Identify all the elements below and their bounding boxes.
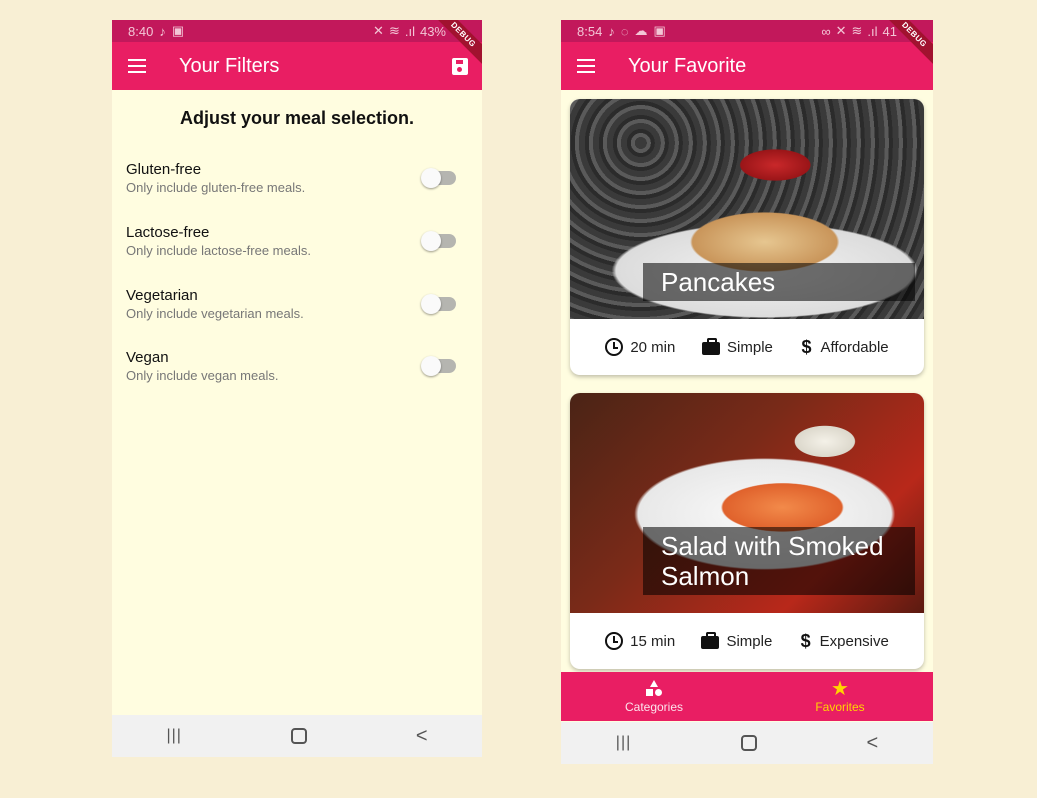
menu-icon[interactable]: [577, 59, 595, 73]
filters-screen: 8:40 ♪ ▣ ✕ ≋ .ıl 43% Your Filters DEBUG …: [112, 20, 482, 757]
filter-subtitle: Only include gluten-free meals.: [126, 180, 306, 195]
briefcase-icon: [702, 338, 721, 355]
message-icon: ◌: [620, 23, 629, 39]
filter-subtitle: Only include vegetarian meals.: [126, 306, 304, 321]
back-button[interactable]: <: [866, 732, 878, 755]
lactose-free-switch[interactable]: [421, 231, 456, 251]
dollar-icon: $: [800, 630, 811, 651]
affordability-label: Affordable: [820, 338, 889, 356]
meal-image: Pancakes: [570, 99, 924, 319]
switch-knob: [421, 231, 441, 251]
switch-knob: [421, 168, 441, 188]
mute-icon: ✕: [373, 23, 384, 38]
wifi-icon: ≋: [388, 23, 400, 38]
meal-card-salmon[interactable]: Salad with Smoked Salmon 15 min Simple $…: [570, 393, 924, 669]
duration-label: 20 min: [630, 338, 676, 356]
clock-icon: [605, 338, 624, 356]
tab-categories[interactable]: Categories: [561, 672, 747, 721]
meal-image: Salad with Smoked Salmon: [570, 393, 924, 613]
duration-label: 15 min: [630, 632, 676, 650]
music-icon: ♪: [608, 23, 615, 39]
meal-complexity: Simple: [702, 338, 773, 356]
signal-icon: .ıl: [867, 23, 878, 39]
complexity-label: Simple: [726, 632, 773, 650]
save-icon[interactable]: [452, 58, 468, 75]
category-icon: [645, 679, 663, 698]
complexity-label: Simple: [727, 338, 773, 356]
image-icon: ▣: [653, 23, 666, 38]
dollar-icon: $: [801, 336, 812, 357]
vegan-switch[interactable]: [421, 356, 456, 376]
filter-title: Gluten-free: [126, 161, 202, 178]
switch-knob: [421, 356, 441, 376]
app-bar: Your Favorite: [561, 42, 933, 90]
meal-title: Salad with Smoked Salmon: [643, 527, 915, 595]
page-title: Your Favorite: [628, 54, 747, 77]
recents-button[interactable]: |||: [166, 727, 181, 745]
tab-label: Categories: [624, 699, 684, 714]
meal-title: Pancakes: [643, 263, 915, 301]
image-icon: ▣: [171, 23, 185, 38]
wifi-icon: ≋: [851, 23, 863, 38]
filter-subtitle: Only include vegan meals.: [126, 368, 279, 383]
star-icon: ★: [831, 677, 849, 700]
switch-knob: [421, 294, 441, 314]
vegetarian-switch[interactable]: [421, 294, 456, 314]
system-nav-bar: ||| <: [561, 722, 933, 764]
status-time: 8:54: [577, 23, 603, 39]
bottom-tab-bar: Categories ★ Favorites: [561, 672, 933, 721]
back-button[interactable]: <: [416, 725, 428, 748]
filter-title: Lactose-free: [126, 224, 210, 241]
link-icon: ∞: [821, 23, 831, 39]
filter-vegan[interactable]: Vegan Only include vegan meals.: [126, 349, 458, 389]
page-title: Your Filters: [179, 54, 280, 77]
app-bar: Your Filters: [112, 42, 482, 90]
menu-icon[interactable]: [128, 59, 146, 73]
recents-button[interactable]: |||: [616, 734, 631, 752]
gluten-free-switch[interactable]: [421, 168, 456, 188]
status-bar: 8:40 ♪ ▣ ✕ ≋ .ıl 43%: [112, 20, 482, 42]
music-icon: ♪: [159, 23, 166, 39]
briefcase-icon: [701, 632, 720, 649]
filter-subtitle: Only include lactose-free meals.: [126, 243, 311, 258]
filter-gluten-free[interactable]: Gluten-free Only include gluten-free mea…: [126, 161, 458, 201]
meal-info-row: 15 min Simple $ Expensive: [570, 613, 924, 669]
meal-duration: 15 min: [605, 632, 675, 650]
tab-label: Favorites: [815, 699, 865, 714]
home-button[interactable]: [290, 728, 307, 744]
status-time: 8:40: [128, 23, 154, 39]
tab-favorites[interactable]: ★ Favorites: [747, 672, 933, 721]
meal-complexity: Simple: [701, 632, 773, 650]
meal-affordability: $ Expensive: [799, 631, 889, 652]
filters-heading: Adjust your meal selection.: [179, 108, 415, 128]
home-button[interactable]: [740, 735, 757, 751]
meal-duration: 20 min: [605, 338, 675, 356]
mute-icon: ✕: [835, 23, 847, 38]
battery-level: 43%: [419, 23, 446, 39]
meal-info-row: 20 min Simple $ Affordable: [570, 319, 924, 375]
meal-card-pancakes[interactable]: Pancakes 20 min Simple $ Affordable: [570, 99, 924, 375]
filter-vegetarian[interactable]: Vegetarian Only include vegetarian meals…: [126, 287, 458, 327]
clock-icon: [605, 632, 624, 650]
cloud-icon: ☁: [634, 23, 648, 38]
filter-title: Vegan: [126, 349, 169, 366]
signal-icon: .ıl: [404, 23, 415, 39]
affordability-label: Expensive: [819, 632, 889, 650]
meal-affordability: $ Affordable: [800, 337, 889, 358]
system-nav-bar: ||| <: [112, 715, 482, 757]
filter-title: Vegetarian: [126, 287, 198, 304]
status-bar: 8:54 ♪ ◌ ☁ ▣ ∞ ✕ ≋ .ıl 41: [561, 20, 933, 42]
filter-lactose-free[interactable]: Lactose-free Only include lactose-free m…: [126, 224, 458, 264]
favorites-screen: 8:54 ♪ ◌ ☁ ▣ ∞ ✕ ≋ .ıl 41 Your Favorite …: [561, 20, 933, 764]
